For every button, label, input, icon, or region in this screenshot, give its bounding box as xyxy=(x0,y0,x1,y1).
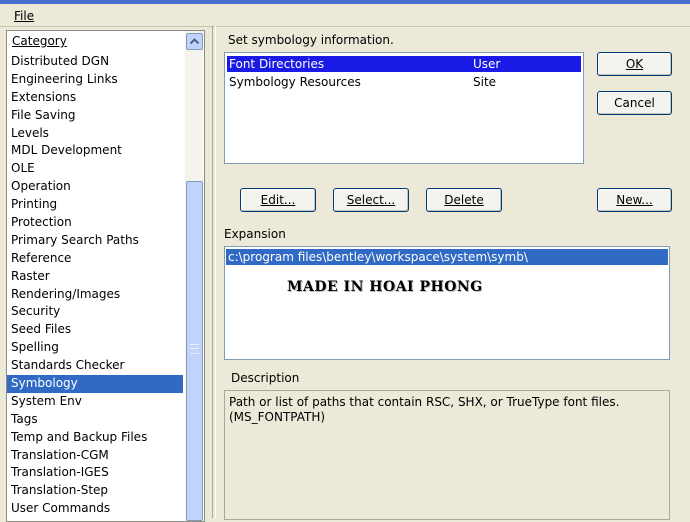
ok-button[interactable]: OK xyxy=(597,52,672,76)
category-item[interactable]: Translation-CGM xyxy=(7,447,183,465)
edit-label: Edit... xyxy=(260,193,296,207)
expansion-value[interactable]: c:\program files\bentley\workspace\syste… xyxy=(226,249,668,265)
category-list[interactable]: Distributed DGN Engineering Links Extensio… xyxy=(7,53,183,518)
row-level: User xyxy=(473,57,501,71)
row-level: Site xyxy=(473,75,497,89)
edit-button[interactable]: Edit... xyxy=(240,188,316,212)
category-item[interactable]: Extensions xyxy=(7,89,183,107)
category-item[interactable]: Tags xyxy=(7,411,183,429)
symbology-row-resources[interactable]: Symbology Resources Site xyxy=(227,74,581,90)
category-item[interactable]: OLE xyxy=(7,160,183,178)
symbology-list[interactable]: Font Directories User Symbology Resource… xyxy=(224,52,584,164)
category-item[interactable]: Distributed DGN xyxy=(7,53,183,71)
symbology-row-font-directories[interactable]: Font Directories User xyxy=(227,56,581,72)
description-line-1: Path or list of paths that contain RSC, … xyxy=(229,395,620,409)
category-item[interactable]: Translation-IGES xyxy=(7,464,183,482)
category-header-label: Category xyxy=(12,34,67,48)
expansion-label: Expansion xyxy=(224,227,286,241)
select-label: Select... xyxy=(346,193,396,207)
category-item[interactable]: Rendering/Images xyxy=(7,286,183,304)
cancel-button[interactable]: Cancel xyxy=(597,91,672,115)
row-name: Symbology Resources xyxy=(229,75,361,89)
scroll-up-button[interactable] xyxy=(186,33,203,50)
category-item[interactable]: Temp and Backup Files xyxy=(7,429,183,447)
symbology-instruction: Set symbology information. xyxy=(228,33,394,47)
description-text: Path or list of paths that contain RSC, … xyxy=(229,395,619,425)
select-button[interactable]: Select... xyxy=(333,188,409,212)
row-name: Font Directories xyxy=(229,57,325,71)
scroll-thumb[interactable] xyxy=(186,181,203,521)
new-button[interactable]: New... xyxy=(597,188,672,212)
category-item[interactable]: MDL Development xyxy=(7,142,183,160)
category-item[interactable]: Protection xyxy=(7,214,183,232)
delete-label: Delete xyxy=(444,193,484,207)
category-item[interactable]: Engineering Links xyxy=(7,71,183,89)
category-item[interactable]: Symbology xyxy=(7,375,183,393)
menu-file[interactable]: File xyxy=(14,9,34,23)
delete-button[interactable]: Delete xyxy=(426,188,502,212)
category-header: Category xyxy=(7,31,183,51)
new-label: New... xyxy=(616,193,653,207)
description-label: Description xyxy=(231,371,300,385)
menu-bar: File xyxy=(0,4,690,27)
category-item[interactable]: Primary Search Paths xyxy=(7,232,183,250)
watermark-text: MADE IN HOAI PHONG xyxy=(287,279,483,295)
category-item[interactable]: Levels xyxy=(7,125,183,143)
panel-divider xyxy=(212,26,216,518)
expansion-box[interactable]: c:\program files\bentley\workspace\syste… xyxy=(224,246,670,360)
category-item[interactable]: System Env xyxy=(7,393,183,411)
cancel-label: Cancel xyxy=(614,96,655,110)
category-item[interactable]: User Commands xyxy=(7,500,183,518)
scroll-grip xyxy=(190,344,199,354)
category-item[interactable]: File Saving xyxy=(7,107,183,125)
description-line-2: (MS_FONTPATH) xyxy=(229,410,326,424)
ok-label: OK xyxy=(625,57,644,71)
category-item[interactable]: Raster xyxy=(7,268,183,286)
category-item[interactable]: Printing xyxy=(7,196,183,214)
category-item[interactable]: Spelling xyxy=(7,339,183,357)
category-item[interactable]: Translation-Step xyxy=(7,482,183,500)
category-item[interactable]: Seed Files xyxy=(7,321,183,339)
chevron-up-icon xyxy=(190,38,199,44)
category-item[interactable]: Reference xyxy=(7,250,183,268)
category-item[interactable]: Operation xyxy=(7,178,183,196)
category-item[interactable]: Standards Checker xyxy=(7,357,183,375)
description-box: Path or list of paths that contain RSC, … xyxy=(224,390,670,520)
category-item[interactable]: Security xyxy=(7,303,183,321)
category-scrollbar[interactable] xyxy=(185,31,203,521)
category-listbox[interactable]: Category Distributed DGN Engineering Link… xyxy=(6,30,205,522)
